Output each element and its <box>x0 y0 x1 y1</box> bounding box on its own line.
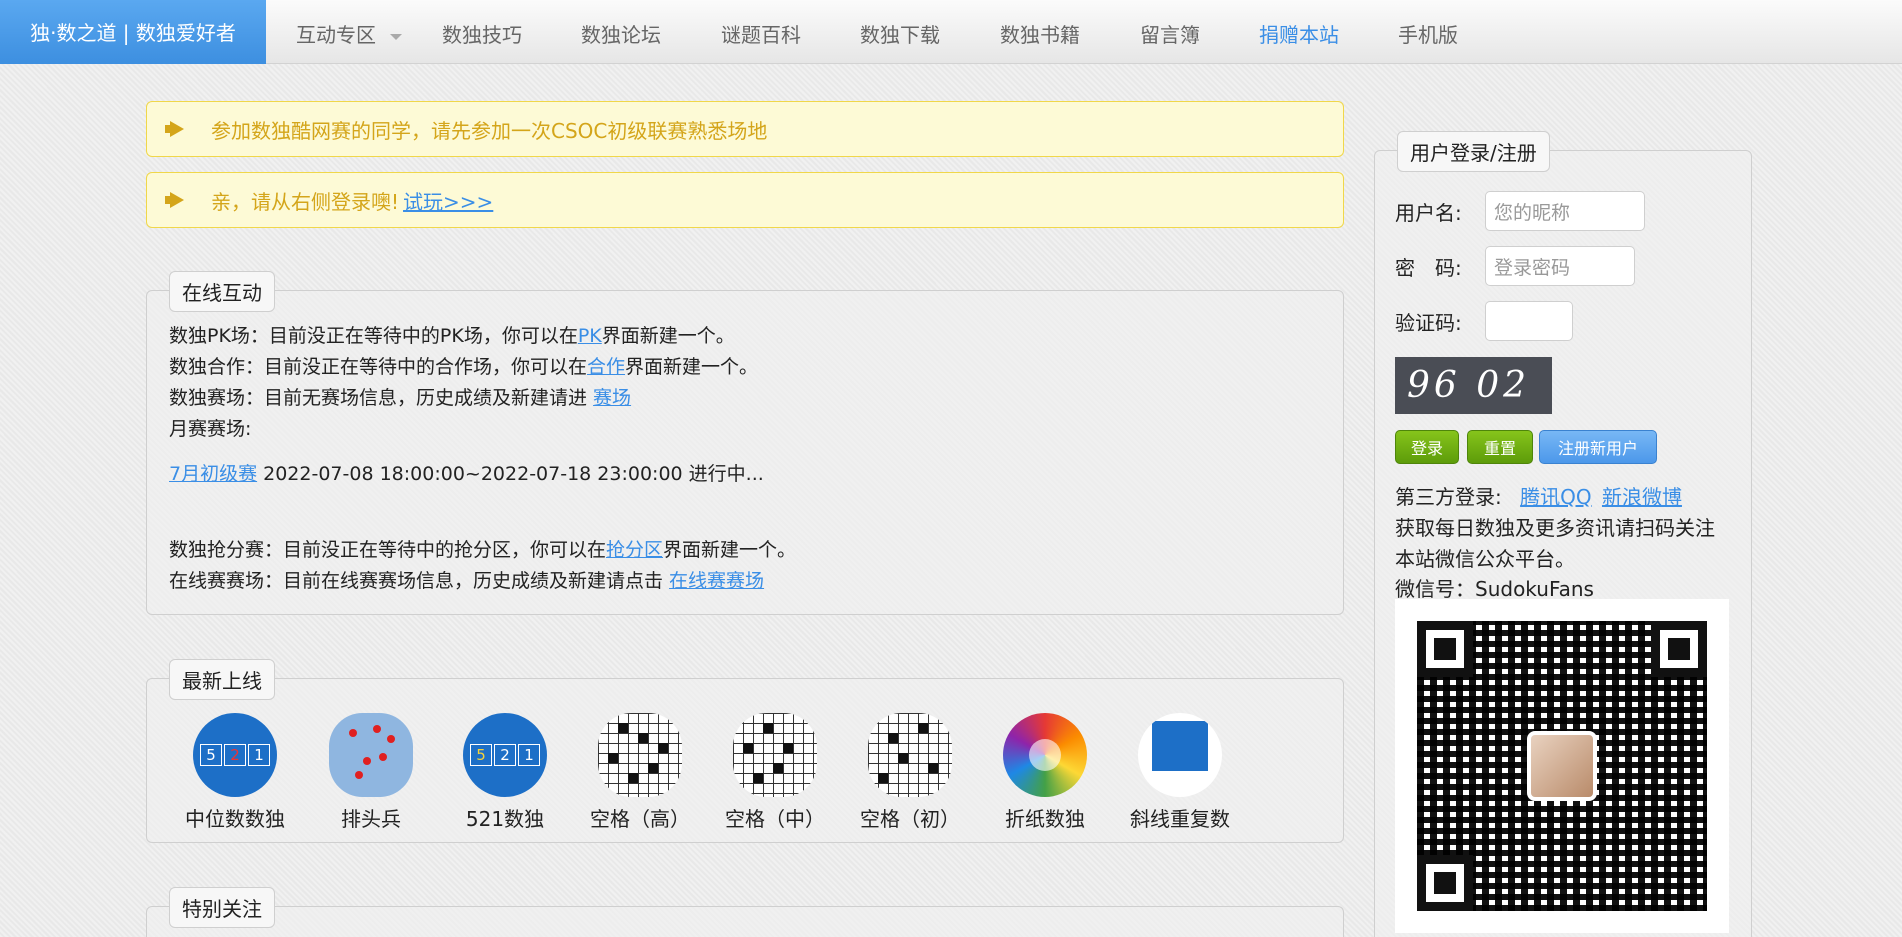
game-diagonal-repeat[interactable]: 斜线重复数 <box>1120 713 1240 832</box>
weibo-login-link[interactable]: 新浪微博 <box>1602 485 1682 509</box>
game-label: 折纸数独 <box>1005 807 1085 831</box>
nav-item-mobile[interactable]: 手机版 <box>1398 19 1458 48</box>
nav-item-donate[interactable]: 捐赠本站 <box>1259 19 1339 48</box>
login-panel: 用户登录/注册 用户名: 您的昵称 密 码: 登录密码 验证码: 96 02 登… <box>1374 131 1752 937</box>
game-median-sudoku[interactable]: 521 中位数数独 <box>175 713 295 832</box>
site-brand[interactable]: 独·数之道 | 数独爱好者 <box>0 0 266 64</box>
monthly-label: 月赛赛场: <box>169 418 252 440</box>
wechat-info-2: 本站微信公众平台。 <box>1395 547 1575 571</box>
megaphone-icon <box>165 121 187 137</box>
latest-legend: 最新上线 <box>169 659 275 700</box>
pk-line: 数独PK场：目前没正在等待中的PK场，你可以在PK界面新建一个。 <box>169 325 735 347</box>
reset-button[interactable]: 重置 <box>1467 430 1533 464</box>
grab-line: 数独抢分赛：目前没正在等待中的抢分区，你可以在抢分区界面新建一个。 <box>169 539 797 561</box>
special-legend: 特别关注 <box>169 887 275 928</box>
captcha-input[interactable] <box>1485 301 1573 341</box>
qq-login-link[interactable]: 腾讯QQ <box>1520 485 1591 509</box>
origami-icon <box>1003 713 1087 797</box>
notice-csoc: 参加数独酷网赛的同学，请先参加一次CSOC初级联赛熟悉场地 <box>146 101 1344 157</box>
username-input[interactable]: 您的昵称 <box>1485 191 1645 231</box>
game-label: 521数独 <box>465 807 545 831</box>
nav-item-books[interactable]: 数独书籍 <box>1000 19 1080 48</box>
password-label: 密 码: <box>1395 255 1462 280</box>
monthly-link[interactable]: 7月初级赛 <box>169 463 257 485</box>
blank-grid-icon <box>733 713 817 797</box>
notice-text: 亲，请从右侧登录噢! <box>211 189 400 214</box>
notice-text: 参加数独酷网赛的同学，请先参加一次CSOC初级联赛熟悉场地 <box>211 118 768 143</box>
coop-line: 数独合作：目前没正在等待中的合作场，你可以在合作界面新建一个。 <box>169 356 759 378</box>
try-link[interactable]: 试玩>>> <box>403 186 493 215</box>
username-row: 用户名: 您的昵称 <box>1395 191 1645 231</box>
online-panel: 在线互动 数独PK场：目前没正在等待中的PK场，你可以在PK界面新建一个。 数独… <box>146 271 1344 615</box>
captcha-row: 验证码: <box>1395 301 1573 341</box>
megaphone-icon <box>165 192 187 208</box>
game-label: 中位数数独 <box>185 807 285 831</box>
game-origami-sudoku[interactable]: 折纸数独 <box>985 713 1105 832</box>
nav-item-techniques[interactable]: 数独技巧 <box>442 19 522 48</box>
wechat-info-1: 获取每日数独及更多资讯请扫码关注 <box>1395 516 1715 540</box>
game-label: 空格（初） <box>860 807 960 831</box>
online-legend: 在线互动 <box>169 271 275 312</box>
login-button[interactable]: 登录 <box>1395 430 1459 464</box>
password-row: 密 码: 登录密码 <box>1395 246 1635 286</box>
wechat-qr-code <box>1395 599 1729 933</box>
blank-grid-icon <box>868 713 952 797</box>
captcha-image[interactable]: 96 02 <box>1395 357 1552 414</box>
special-panel: 特别关注 <box>146 887 1344 937</box>
nav-item-interactive[interactable]: 互动专区 <box>296 19 402 48</box>
password-input[interactable]: 登录密码 <box>1485 246 1635 286</box>
coop-link[interactable]: 合作 <box>587 356 625 378</box>
arena-line: 数独赛场：目前无赛场信息，历史成绩及新建请进 赛场 <box>169 387 632 409</box>
notice-login: 亲，请从右侧登录噢! 试玩>>> <box>146 172 1344 228</box>
nav-item-download[interactable]: 数独下载 <box>860 19 940 48</box>
game-blank-medium[interactable]: 空格（中） <box>715 713 835 832</box>
nav-item-encyclopedia[interactable]: 谜题百科 <box>721 19 801 48</box>
pk-link[interactable]: PK <box>578 325 602 347</box>
top-navbar: 独·数之道 | 数独爱好者 互动专区 数独技巧 数独论坛 谜题百科 数独下载 数… <box>0 0 1902 64</box>
nav-item-forum[interactable]: 数独论坛 <box>581 19 661 48</box>
game-label: 空格（高） <box>590 807 690 831</box>
qr-logo-image <box>1527 731 1597 801</box>
login-legend: 用户登录/注册 <box>1397 131 1550 172</box>
monthly-line: 7月初级赛 2022-07-08 18:00:00~2022-07-18 23:… <box>169 463 764 485</box>
blank-grid-icon <box>598 713 682 797</box>
game-blank-hard[interactable]: 空格（高） <box>580 713 700 832</box>
game-label: 排头兵 <box>341 807 401 831</box>
register-button[interactable]: 注册新用户 <box>1539 430 1657 464</box>
third-party-row: 第三方登录: 腾讯QQ 新浪微博 <box>1395 485 1682 509</box>
game-label: 斜线重复数 <box>1130 807 1230 831</box>
diagonal-icon <box>1138 713 1222 797</box>
game-blank-easy[interactable]: 空格（初） <box>850 713 970 832</box>
nav-item-guestbook[interactable]: 留言簿 <box>1140 19 1200 48</box>
game-521-sudoku[interactable]: 521 521数独 <box>445 713 565 832</box>
latest-panel: 最新上线 521 中位数数独 排头兵 521 521数独 空格（高） 空格（中） <box>146 659 1344 843</box>
sudoku-521-icon: 521 <box>463 713 547 797</box>
wechat-id: 微信号：SudokuFans <box>1395 577 1594 601</box>
captcha-label: 验证码: <box>1395 310 1462 335</box>
username-label: 用户名: <box>1395 200 1462 225</box>
online-contest-link[interactable]: 在线赛赛场 <box>669 570 764 592</box>
chevron-down-icon <box>390 33 402 40</box>
arena-link[interactable]: 赛场 <box>593 387 631 409</box>
leader-icon <box>329 713 413 797</box>
game-label: 空格（中） <box>725 807 825 831</box>
game-leader[interactable]: 排头兵 <box>311 713 431 832</box>
online-contest-line: 在线赛赛场：目前在线赛赛场信息，历史成绩及新建请点击 在线赛赛场 <box>169 570 765 592</box>
median-sudoku-icon: 521 <box>193 713 277 797</box>
grab-link[interactable]: 抢分区 <box>606 539 663 561</box>
